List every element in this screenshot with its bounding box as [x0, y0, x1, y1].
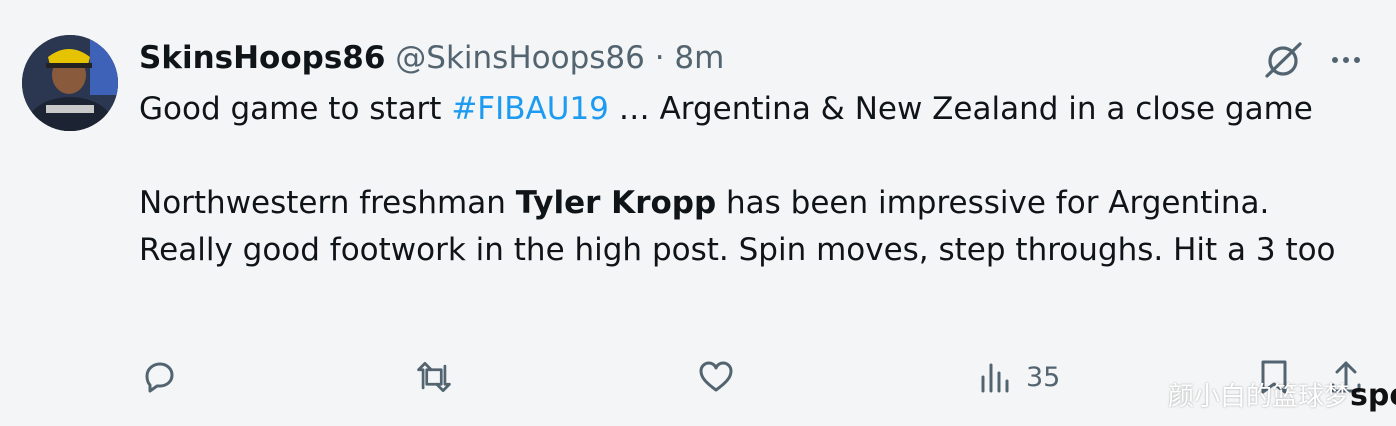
retweet-icon — [417, 362, 451, 392]
views-count: 35 — [1026, 361, 1061, 393]
watermark: 颜小白的篮球梦sports — [1168, 374, 1396, 418]
separator: · — [654, 40, 665, 76]
grok-icon[interactable] — [1260, 40, 1306, 80]
user-handle[interactable]: @SkinsHoops86 — [395, 40, 645, 76]
display-name[interactable]: SkinsHoops86 — [139, 40, 385, 76]
tweet-paragraph-1: Good game to start #FIBAU19 … Argentina … — [139, 86, 1369, 133]
tweet-card[interactable]: SkinsHoops86 @SkinsHoops86 · 8m Good gam… — [0, 0, 1396, 426]
avatar[interactable] — [22, 35, 118, 131]
bold-name: Tyler Kropp — [515, 185, 717, 221]
reply-button[interactable] — [139, 355, 179, 399]
more-icon[interactable] — [1326, 40, 1366, 80]
views-icon — [981, 363, 1009, 393]
tweet-header: SkinsHoops86 @SkinsHoops86 · 8m — [139, 38, 724, 78]
tweet-body: Good game to start #FIBAU19 … Argentina … — [139, 86, 1369, 274]
like-icon — [699, 361, 733, 392]
text-segment: Good game to start — [139, 91, 452, 127]
like-button[interactable] — [696, 355, 736, 399]
retweet-button[interactable] — [414, 355, 454, 399]
hashtag-link[interactable]: #FIBAU19 — [451, 91, 609, 127]
text-segment: … Argentina & New Zealand in a close gam… — [608, 91, 1313, 127]
timestamp[interactable]: 8m — [674, 40, 724, 76]
text-segment: Northwestern freshman — [139, 185, 516, 221]
tweet-paragraph-2: Northwestern freshman Tyler Kropp has be… — [139, 180, 1369, 274]
reply-icon — [145, 362, 174, 393]
watermark-brand: sports — [1350, 378, 1396, 413]
views-button[interactable]: 35 — [976, 355, 1060, 399]
watermark-text: 颜小白的篮球梦 — [1168, 382, 1351, 412]
